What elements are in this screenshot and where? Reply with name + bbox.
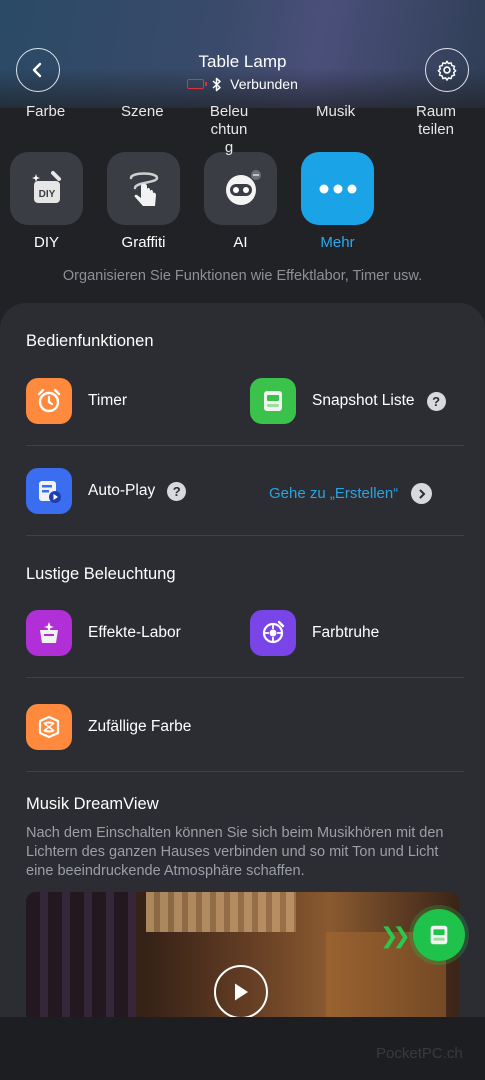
- functions-sheet: Bedienfunktionen Timer Snapshot Liste ?: [0, 303, 485, 1017]
- tile-label-diy: DIY: [33, 234, 59, 251]
- tile-label-ai: AI: [233, 234, 248, 251]
- mode-tabs: Farbe Szene Beleuchtung Musik Raum teile…: [0, 103, 485, 156]
- video-wall-posters: [26, 892, 136, 1017]
- goto-erstellen-label: Gehe zu „Erstellen“: [269, 485, 399, 502]
- divider: [26, 677, 464, 678]
- svg-text:DIY: DIY: [38, 189, 55, 200]
- auto-play-item[interactable]: Auto-Play ?: [26, 468, 187, 514]
- snapshot-icon: [250, 378, 296, 424]
- color-palette-icon: [250, 610, 296, 656]
- more-dots-icon: [319, 184, 356, 193]
- tab-beleuchtung[interactable]: Beleuchtung: [207, 103, 251, 157]
- tab-szene[interactable]: Szene: [121, 103, 164, 121]
- robot-face-icon: [225, 169, 261, 205]
- chevron-right-icon: [411, 483, 433, 504]
- musik-dreamview-description: Nach dem Einschalten können Sie sich bei…: [26, 825, 444, 879]
- tile-mehr[interactable]: Mehr: [301, 152, 374, 251]
- hint-text: Organisieren Sie Funktionen wie Effektla…: [62, 268, 423, 284]
- bluetooth-icon: [212, 77, 221, 91]
- video-curtain: [146, 892, 296, 932]
- zufaellige-farbe-item[interactable]: Zufällige Farbe: [26, 704, 191, 750]
- snapshot-icon: [430, 925, 448, 945]
- snapshot-label: Snapshot Liste: [312, 392, 415, 409]
- tile-label-graffiti: Graffiti: [121, 234, 166, 251]
- double-chevron-right-icon: ❯❯: [380, 923, 411, 948]
- diy-icon: DIY: [31, 170, 61, 203]
- section-title-lustige-beleuchtung: Lustige Beleuchtung: [26, 565, 176, 583]
- divider: [26, 771, 464, 772]
- timer-label: Timer: [88, 392, 128, 409]
- divider: [26, 445, 464, 446]
- tab-farbe[interactable]: Farbe: [26, 103, 65, 121]
- play-button[interactable]: [214, 965, 268, 1017]
- device-title: Table Lamp: [198, 52, 287, 71]
- tile-diy[interactable]: DIY DIY: [10, 152, 83, 251]
- settings-button[interactable]: [425, 48, 469, 92]
- zufaellige-farbe-label: Zufällige Farbe: [88, 718, 192, 735]
- play-icon: [235, 983, 248, 1001]
- connection-status: Verbunden: [0, 76, 485, 92]
- help-icon[interactable]: ?: [167, 481, 187, 501]
- tab-raum-teilen[interactable]: Raum teilen: [414, 103, 458, 139]
- tile-ai[interactable]: AI: [204, 152, 277, 251]
- floating-snapshot-button[interactable]: [413, 909, 465, 961]
- status-text: Verbunden: [230, 76, 298, 92]
- tab-musik[interactable]: Musik: [316, 103, 355, 121]
- farbtruhe-item[interactable]: Farbtruhe: [250, 610, 379, 656]
- dreamview-video-preview[interactable]: [26, 892, 459, 1017]
- goto-erstellen-link[interactable]: Gehe zu „Erstellen“: [269, 483, 433, 504]
- section-title-musik-dreamview: Musik DreamView: [26, 795, 159, 813]
- watermark: PocketPC.ch: [376, 1045, 463, 1062]
- tile-graffiti[interactable]: Graffiti: [107, 152, 180, 251]
- farbtruhe-label: Farbtruhe: [312, 624, 380, 641]
- effekte-labor-label: Effekte-Labor: [88, 624, 181, 641]
- section-title-bedienfunktionen: Bedienfunktionen: [26, 332, 154, 350]
- battery-low-icon: [187, 79, 208, 89]
- help-icon[interactable]: ?: [426, 391, 446, 411]
- auto-play-label: Auto-Play: [88, 482, 156, 499]
- hand-pointer-icon: [129, 171, 158, 206]
- timer-item[interactable]: Timer: [26, 378, 127, 424]
- tile-label-mehr: Mehr: [320, 234, 355, 251]
- effekte-labor-item[interactable]: Effekte-Labor: [26, 610, 181, 656]
- feature-tiles: DIY DIY Graffiti AI Mehr: [10, 152, 480, 262]
- snapshot-list-item[interactable]: Snapshot Liste ?: [250, 378, 446, 424]
- gear-icon: [437, 60, 457, 81]
- alarm-clock-icon: [26, 378, 72, 424]
- divider: [26, 535, 464, 536]
- auto-play-icon: [26, 468, 72, 514]
- random-color-icon: [26, 704, 72, 750]
- effects-lab-icon: [26, 610, 72, 656]
